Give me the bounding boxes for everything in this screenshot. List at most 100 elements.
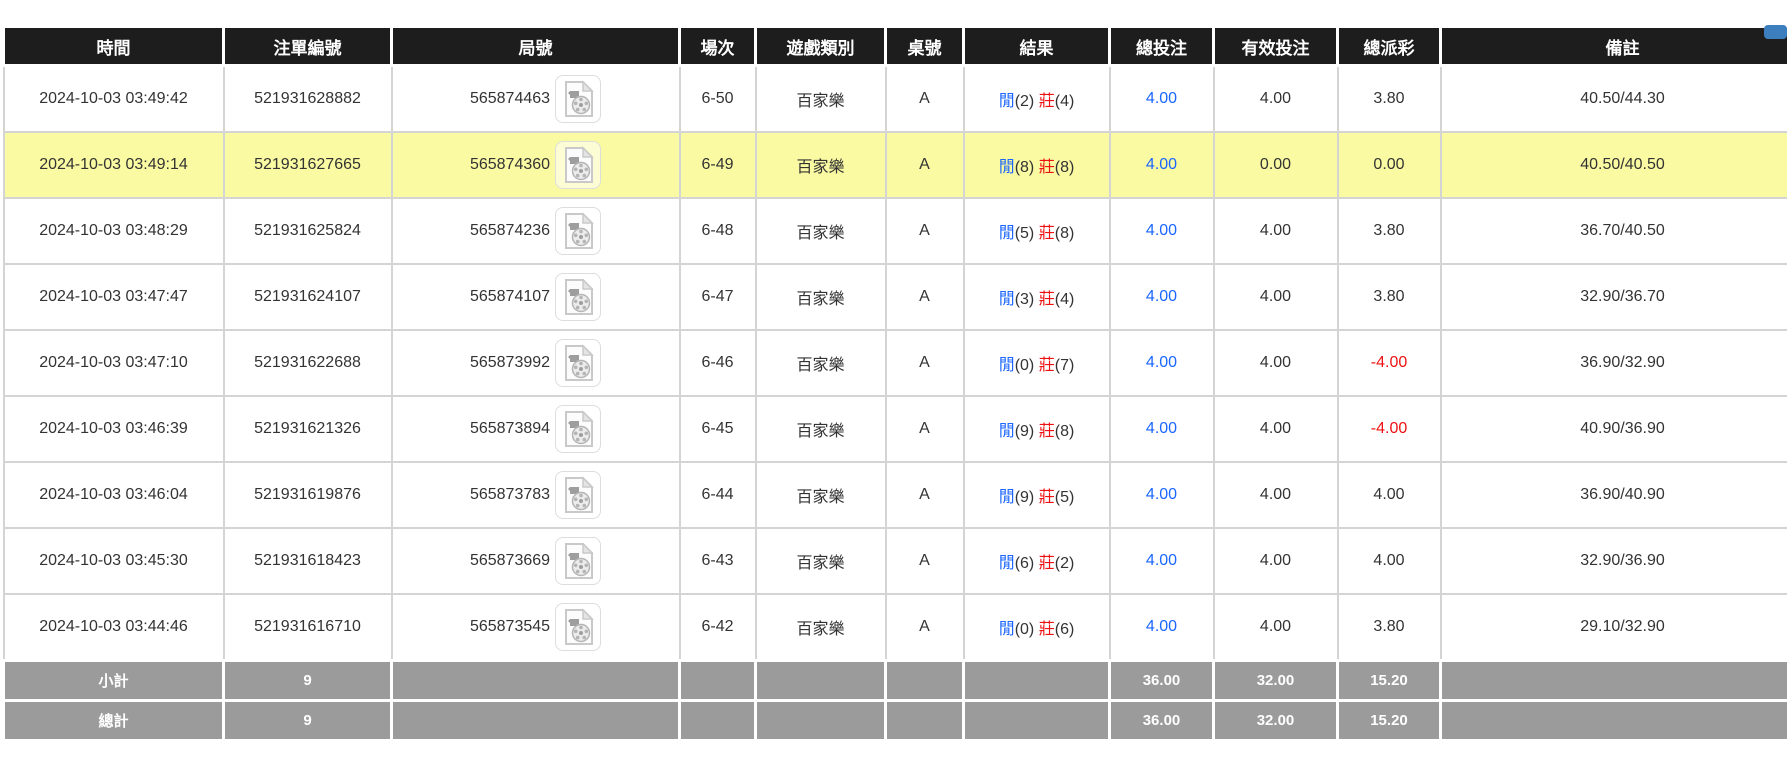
video-playback-button[interactable] xyxy=(555,273,601,321)
total-payout-value: 3.80 xyxy=(1373,618,1404,635)
video-playback-button[interactable] xyxy=(555,537,601,585)
result-banker-score: (5) xyxy=(1055,489,1075,506)
cell-table-no: A xyxy=(886,132,964,198)
cell-valid-bet: 4.00 xyxy=(1214,66,1338,133)
total-bet-link[interactable]: 4.00 xyxy=(1146,420,1177,437)
cell-table-no: A xyxy=(886,66,964,133)
summary-label: 總計 xyxy=(4,701,224,741)
total-bet-link[interactable]: 4.00 xyxy=(1146,618,1177,635)
cell-table-no: A xyxy=(886,462,964,528)
round-id-value: 565873783 xyxy=(470,486,550,504)
cell-session: 6-45 xyxy=(680,396,756,462)
cell-valid-bet: 4.00 xyxy=(1214,528,1338,594)
cell-round-id: 565874360 xyxy=(392,132,680,198)
total-bet-link[interactable]: 4.00 xyxy=(1146,486,1177,503)
summary-row: 小計936.0032.0015.20 xyxy=(4,661,1787,701)
round-id-wrap: 565873669 xyxy=(470,537,601,585)
total-bet-link[interactable]: 4.00 xyxy=(1146,288,1177,305)
round-id-wrap: 565874463 xyxy=(470,75,601,123)
cell-result: 閒(0) 莊(6) xyxy=(964,594,1110,661)
cell-valid-bet: 4.00 xyxy=(1214,462,1338,528)
round-id-value: 565873992 xyxy=(470,354,550,372)
cell-round-id: 565874107 xyxy=(392,264,680,330)
video-playback-button[interactable] xyxy=(555,141,601,189)
total-bet-link[interactable]: 4.00 xyxy=(1146,90,1177,107)
cell-total-payout: -4.00 xyxy=(1338,396,1441,462)
total-payout-value: -4.00 xyxy=(1371,420,1407,437)
cell-remark: 40.50/44.30 xyxy=(1441,66,1787,133)
result-banker-score: (4) xyxy=(1055,93,1075,110)
total-bet-link[interactable]: 4.00 xyxy=(1146,552,1177,569)
bet-history-table: 時間注單編號局號場次遊戲類別桌號結果總投注有效投注總派彩備註 2024-10-0… xyxy=(2,25,1787,742)
video-playback-button[interactable] xyxy=(555,405,601,453)
summary-label: 小計 xyxy=(4,661,224,701)
cell-game-type: 百家樂 xyxy=(756,330,886,396)
summary-round xyxy=(392,661,680,701)
cell-time: 2024-10-03 03:47:47 xyxy=(4,264,224,330)
result-banker-score: (6) xyxy=(1055,621,1075,638)
summary-total-bet: 36.00 xyxy=(1110,661,1214,701)
video-playback-button[interactable] xyxy=(555,207,601,255)
result-player-label: 閒 xyxy=(999,93,1015,110)
result-player-score: (3) xyxy=(1015,291,1035,308)
cell-bet-id: 521931619876 xyxy=(224,462,392,528)
round-id-wrap: 565874107 xyxy=(470,273,601,321)
cell-total-bet: 4.00 xyxy=(1110,462,1214,528)
summary-valid-bet: 32.00 xyxy=(1214,701,1338,741)
result-banker-score: (4) xyxy=(1055,291,1075,308)
cell-total-bet: 4.00 xyxy=(1110,396,1214,462)
cell-round-id: 565873669 xyxy=(392,528,680,594)
video-record-icon xyxy=(561,409,595,449)
result-banker-label: 莊 xyxy=(1039,159,1055,176)
column-header-round_id: 局號 xyxy=(392,27,680,66)
total-bet-link[interactable]: 4.00 xyxy=(1146,354,1177,371)
video-record-icon xyxy=(561,277,595,317)
video-playback-button[interactable] xyxy=(555,75,601,123)
round-id-wrap: 565874236 xyxy=(470,207,601,255)
cell-result: 閒(6) 莊(2) xyxy=(964,528,1110,594)
summary-count: 9 xyxy=(224,661,392,701)
result-banker-label: 莊 xyxy=(1039,93,1055,110)
result-player-score: (2) xyxy=(1015,93,1035,110)
column-header-remark: 備註 xyxy=(1441,27,1787,66)
total-payout-value: 0.00 xyxy=(1373,156,1404,173)
column-header-label: 時間 xyxy=(97,39,131,58)
total-bet-link[interactable]: 4.00 xyxy=(1146,222,1177,239)
result-player-label: 閒 xyxy=(999,291,1015,308)
video-playback-button[interactable] xyxy=(555,603,601,651)
column-header-label: 總派彩 xyxy=(1364,39,1415,58)
table-header-row: 時間注單編號局號場次遊戲類別桌號結果總投注有效投注總派彩備註 xyxy=(4,27,1787,66)
summary-game xyxy=(756,701,886,741)
total-bet-link[interactable]: 4.00 xyxy=(1146,156,1177,173)
cell-session: 6-46 xyxy=(680,330,756,396)
round-id-value: 565873545 xyxy=(470,618,550,636)
total-payout-value: 3.80 xyxy=(1373,288,1404,305)
column-header-bet_id: 注單編號 xyxy=(224,27,392,66)
video-playback-button[interactable] xyxy=(555,339,601,387)
cell-round-id: 565873783 xyxy=(392,462,680,528)
result-banker-label: 莊 xyxy=(1039,621,1055,638)
result-banker-score: (8) xyxy=(1055,423,1075,440)
cell-total-bet: 4.00 xyxy=(1110,594,1214,661)
cell-time: 2024-10-03 03:46:39 xyxy=(4,396,224,462)
cell-valid-bet: 4.00 xyxy=(1214,264,1338,330)
bet-row: 2024-10-03 03:47:10521931622688565873992… xyxy=(4,330,1787,396)
top-right-partial-button[interactable] xyxy=(1764,25,1787,39)
summary-row: 總計936.0032.0015.20 xyxy=(4,701,1787,741)
cell-bet-id: 521931618423 xyxy=(224,528,392,594)
result-player-score: (5) xyxy=(1015,225,1035,242)
column-header-label: 注單編號 xyxy=(274,39,342,58)
video-playback-button[interactable] xyxy=(555,471,601,519)
cell-session: 6-49 xyxy=(680,132,756,198)
result-banker-label: 莊 xyxy=(1039,423,1055,440)
column-header-label: 遊戲類別 xyxy=(787,39,855,58)
column-header-total_bet: 總投注 xyxy=(1110,27,1214,66)
round-id-wrap: 565874360 xyxy=(470,141,601,189)
result-player-label: 閒 xyxy=(999,423,1015,440)
cell-time: 2024-10-03 03:45:30 xyxy=(4,528,224,594)
summary-count: 9 xyxy=(224,701,392,741)
cell-bet-id: 521931616710 xyxy=(224,594,392,661)
bet-row: 2024-10-03 03:48:29521931625824565874236… xyxy=(4,198,1787,264)
cell-game-type: 百家樂 xyxy=(756,264,886,330)
cell-table-no: A xyxy=(886,396,964,462)
